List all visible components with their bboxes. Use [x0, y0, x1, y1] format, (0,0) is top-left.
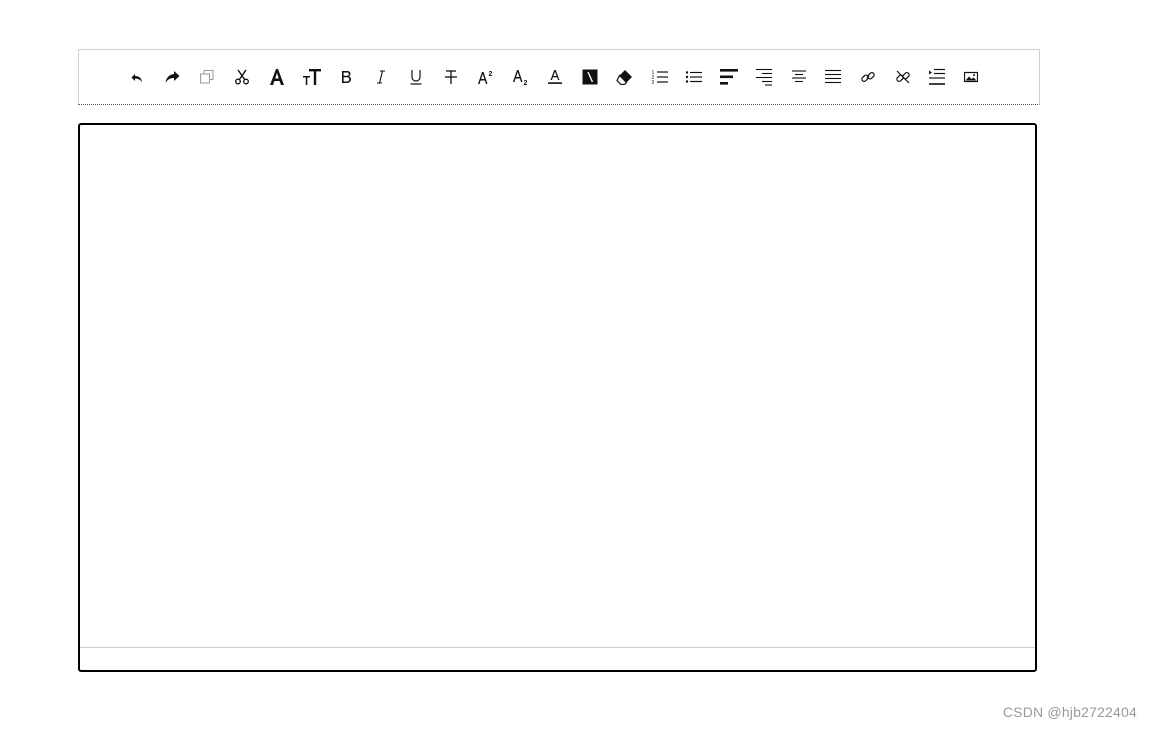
background-color-icon: [582, 69, 598, 85]
clear-format-button[interactable]: [613, 65, 637, 89]
underline-button[interactable]: [404, 65, 428, 89]
bold-icon: [339, 70, 353, 84]
italic-button[interactable]: [369, 65, 393, 89]
watermark-text: CSDN @hjb2722404: [1002, 704, 1137, 720]
italic-icon: [374, 70, 388, 84]
svg-text:2: 2: [489, 71, 493, 78]
ordered-list-button[interactable]: 123: [648, 65, 672, 89]
link-icon: [860, 69, 876, 85]
font-color-icon: [547, 69, 563, 85]
svg-text:2: 2: [524, 80, 528, 85]
strikethrough-icon: [444, 69, 458, 85]
align-center-button[interactable]: [787, 65, 811, 89]
rich-text-editor: 2 2 123: [78, 49, 1040, 674]
indent-button[interactable]: [925, 65, 949, 89]
editor-text-area[interactable]: [80, 125, 1035, 650]
cut-button[interactable]: [230, 65, 254, 89]
strikethrough-button[interactable]: [439, 65, 463, 89]
subscript-button[interactable]: 2: [509, 65, 533, 89]
line-height-button[interactable]: [300, 65, 324, 89]
cut-icon: [234, 69, 250, 85]
indent-icon: [928, 68, 946, 86]
link-button[interactable]: [856, 65, 880, 89]
align-left-icon: [719, 68, 739, 86]
background-color-button[interactable]: [578, 65, 602, 89]
unlink-icon: [895, 69, 911, 85]
line-height-icon: [302, 68, 322, 86]
redo-button[interactable]: [160, 65, 184, 89]
ordered-list-icon: 123: [651, 69, 669, 85]
redo-icon: [164, 69, 180, 85]
subscript-icon: 2: [512, 69, 530, 85]
align-right-icon: [755, 68, 773, 86]
align-justify-button[interactable]: [821, 65, 845, 89]
copy-button[interactable]: [195, 65, 219, 89]
superscript-button[interactable]: 2: [474, 65, 498, 89]
align-right-button[interactable]: [752, 65, 776, 89]
undo-button[interactable]: [126, 65, 150, 89]
editor-toolbar: 2 2 123: [78, 49, 1040, 105]
align-left-button[interactable]: [717, 65, 741, 89]
copy-icon: [199, 69, 215, 85]
underline-icon: [409, 69, 423, 85]
editor-status-bar: [80, 647, 1035, 670]
superscript-icon: 2: [477, 69, 495, 85]
bold-button[interactable]: [334, 65, 358, 89]
unlink-button[interactable]: [891, 65, 915, 89]
clear-format-icon: [616, 69, 634, 85]
align-center-icon: [791, 69, 807, 85]
unordered-list-icon: [685, 70, 703, 84]
image-icon: [964, 71, 978, 83]
editor-content-frame: [78, 123, 1037, 672]
undo-icon: [131, 70, 145, 84]
align-justify-icon: [824, 69, 842, 85]
unordered-list-button[interactable]: [682, 65, 706, 89]
image-button[interactable]: [959, 65, 983, 89]
font-size-icon: [268, 68, 286, 86]
font-color-button[interactable]: [543, 65, 567, 89]
font-size-button[interactable]: [265, 65, 289, 89]
svg-text:3: 3: [652, 80, 655, 85]
